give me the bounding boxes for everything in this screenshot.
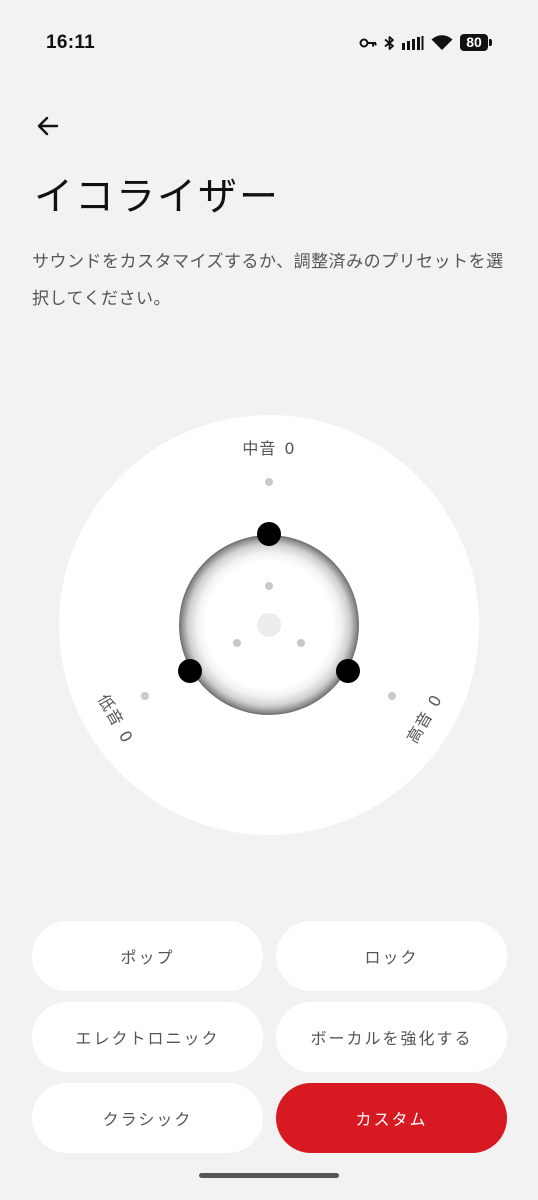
- treble-handle[interactable]: [336, 659, 360, 683]
- battery-icon: 80: [460, 34, 492, 51]
- mid-value: 0: [284, 439, 296, 458]
- page-description: サウンドをカスタマイズするか、調整済みのプリセットを選択してください。: [32, 252, 504, 309]
- bluetooth-icon: [384, 35, 395, 51]
- mid-label-text: 中音: [242, 439, 277, 458]
- bass-handle[interactable]: [178, 659, 202, 683]
- treble-min-dot: [297, 639, 305, 647]
- treble-max-dot: [388, 692, 396, 700]
- bass-max-dot: [141, 692, 149, 700]
- signal-icon: [402, 35, 424, 50]
- arrow-left-icon: [37, 116, 59, 136]
- battery-level: 80: [460, 34, 488, 51]
- home-indicator[interactable]: [199, 1173, 339, 1178]
- page-title: イコライザー: [34, 175, 281, 220]
- center-dot: [257, 613, 281, 637]
- mid-min-dot: [265, 582, 273, 590]
- back-button[interactable]: [28, 106, 68, 146]
- mid-handle[interactable]: [257, 522, 281, 546]
- preset-electronic-button[interactable]: エレクトロニック: [32, 1002, 263, 1072]
- preset-classic-button[interactable]: クラシック: [32, 1083, 263, 1153]
- equalizer-dial[interactable]: 中音 0 低音0 高音0: [59, 415, 479, 835]
- mid-label: 中音 0: [242, 439, 295, 459]
- preset-pop-button[interactable]: ポップ: [32, 921, 263, 991]
- bass-min-dot: [233, 639, 241, 647]
- mid-max-dot: [265, 478, 273, 486]
- status-bar: 16:11 80: [0, 28, 538, 60]
- status-time: 16:11: [46, 32, 96, 53]
- preset-rock-button[interactable]: ロック: [276, 921, 507, 991]
- status-icons: 80: [359, 34, 492, 51]
- wifi-icon: [431, 34, 453, 51]
- preset-grid: ポップ ロック エレクトロニック ボーカルを強化する クラシック カスタム: [32, 921, 507, 1153]
- equalizer-graphic: [141, 478, 396, 715]
- preset-vocal-boost-button[interactable]: ボーカルを強化する: [276, 1002, 507, 1072]
- preset-custom-button[interactable]: カスタム: [276, 1083, 507, 1153]
- key-icon: [359, 37, 377, 49]
